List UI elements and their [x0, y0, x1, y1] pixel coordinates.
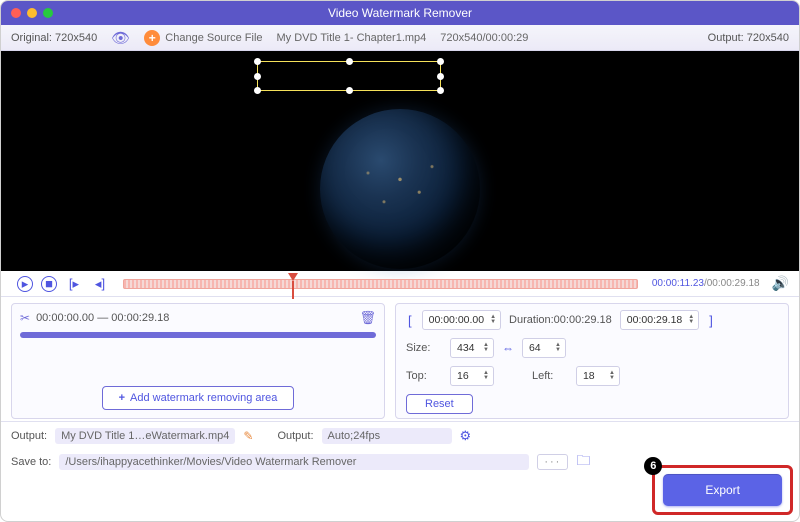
stepper-icon[interactable]: ▲▼: [553, 343, 563, 353]
title-bar[interactable]: Video Watermark Remover: [1, 1, 799, 25]
export-button[interactable]: Export: [663, 474, 782, 506]
change-source-label: Change Source File: [165, 32, 262, 44]
left-label: Left:: [532, 370, 568, 382]
plus-icon: +: [144, 30, 160, 46]
height-input[interactable]: 64 ▲▼: [522, 338, 566, 358]
resize-handle-e[interactable]: [437, 73, 444, 80]
reset-button[interactable]: Reset: [406, 394, 473, 414]
edit-filename-icon[interactable]: ✎: [243, 429, 253, 443]
output-dimensions: Output: 720x540: [708, 32, 789, 44]
scissors-icon: ✂: [20, 311, 30, 325]
clip-item[interactable]: ✂ 00:00:00.00 — 00:00:29.18 🗑: [20, 310, 376, 326]
playhead-marker[interactable]: [288, 273, 298, 281]
stepper-icon[interactable]: ▲▼: [607, 371, 617, 381]
resize-handle-ne[interactable]: [437, 58, 444, 65]
total-time: 00:00:29.18: [707, 278, 760, 289]
app-window: Video Watermark Remover Original: 720x54…: [0, 0, 800, 522]
current-time: 00:00:11.23: [652, 278, 704, 289]
clip-range: 00:00:00.00 — 00:00:29.18: [36, 312, 169, 324]
set-in-point-button[interactable]: [▸: [65, 275, 83, 293]
format-settings-icon[interactable]: ⚙: [460, 428, 472, 444]
properties-panel: [ 00:00:00.00 ▲▼ Duration:00:00:29.18 00…: [395, 303, 789, 419]
time-display: 00:00:11.23/00:00:29.18: [652, 278, 760, 289]
range-start-bracket-icon[interactable]: [: [406, 313, 414, 328]
source-dimensions: 720x540/00:00:29: [440, 32, 528, 44]
browse-path-button[interactable]: ···: [537, 454, 568, 470]
info-toolbar: Original: 720x540 👁 + Change Source File…: [1, 25, 799, 51]
timeline-region[interactable]: [123, 279, 638, 289]
stepper-icon[interactable]: ▲▼: [481, 371, 491, 381]
volume-icon[interactable]: 🔊: [772, 275, 789, 292]
clip-list-panel: ✂ 00:00:00.00 — 00:00:29.18 🗑 + Add wate…: [11, 303, 385, 419]
stepper-icon[interactable]: ▲▼: [686, 315, 696, 325]
add-watermark-label: Add watermark removing area: [130, 392, 277, 404]
resize-handle-se[interactable]: [437, 87, 444, 94]
window-title: Video Watermark Remover: [1, 6, 799, 20]
top-input[interactable]: 16 ▲▼: [450, 366, 494, 386]
range-start-input[interactable]: 00:00:00.00 ▲▼: [422, 310, 501, 330]
output-format-label: Output:: [277, 430, 313, 442]
size-label: Size:: [406, 342, 442, 354]
clip-duration-bar[interactable]: [20, 332, 376, 338]
stepper-icon[interactable]: ▲▼: [488, 315, 498, 325]
top-label: Top:: [406, 370, 442, 382]
duration-label: Duration:00:00:29.18: [509, 314, 612, 326]
source-filename: My DVD Title 1- Chapter1.mp4: [277, 32, 427, 44]
stop-button[interactable]: ■: [41, 276, 57, 292]
width-input[interactable]: 434 ▲▼: [450, 338, 494, 358]
open-folder-icon[interactable]: 🗀: [576, 450, 590, 474]
save-to-label: Save to:: [11, 456, 51, 468]
save-path-field[interactable]: /Users/ihappyacethinker/Movies/Video Wat…: [59, 454, 529, 470]
video-frame-content: [320, 109, 480, 269]
add-watermark-area-button[interactable]: + Add watermark removing area: [102, 386, 295, 410]
resize-handle-s[interactable]: [346, 87, 353, 94]
left-input[interactable]: 18 ▲▼: [576, 366, 620, 386]
step-badge: 6: [644, 457, 662, 475]
transport-bar: ▸ ■ [▸ ◂] 00:00:11.23/00:00:29.18 🔊: [1, 271, 799, 297]
plus-icon: +: [119, 392, 125, 404]
watermark-selection-box[interactable]: [257, 61, 441, 91]
resize-handle-nw[interactable]: [254, 58, 261, 65]
delete-clip-icon[interactable]: 🗑: [359, 310, 376, 326]
set-out-point-button[interactable]: ◂]: [91, 275, 109, 293]
play-button[interactable]: ▸: [17, 276, 33, 292]
range-end-bracket-icon[interactable]: ]: [707, 313, 715, 328]
export-highlight-annotation: 6 Export: [652, 465, 793, 515]
aspect-lock-icon[interactable]: ⇔: [502, 341, 514, 355]
output-filename-field[interactable]: My DVD Title 1…eWatermark.mp4: [55, 428, 235, 444]
output-format-field[interactable]: Auto;24fps: [322, 428, 452, 444]
original-dimensions: Original: 720x540: [11, 32, 97, 44]
resize-handle-sw[interactable]: [254, 87, 261, 94]
preview-toggle-icon[interactable]: 👁: [111, 29, 130, 47]
resize-handle-n[interactable]: [346, 58, 353, 65]
output-filename-label: Output:: [11, 430, 47, 442]
stepper-icon[interactable]: ▲▼: [481, 343, 491, 353]
range-end-input[interactable]: 00:00:29.18 ▲▼: [620, 310, 699, 330]
timeline-track[interactable]: [123, 277, 638, 291]
video-preview[interactable]: [1, 51, 799, 271]
change-source-button[interactable]: + Change Source File: [144, 30, 262, 46]
resize-handle-w[interactable]: [254, 73, 261, 80]
